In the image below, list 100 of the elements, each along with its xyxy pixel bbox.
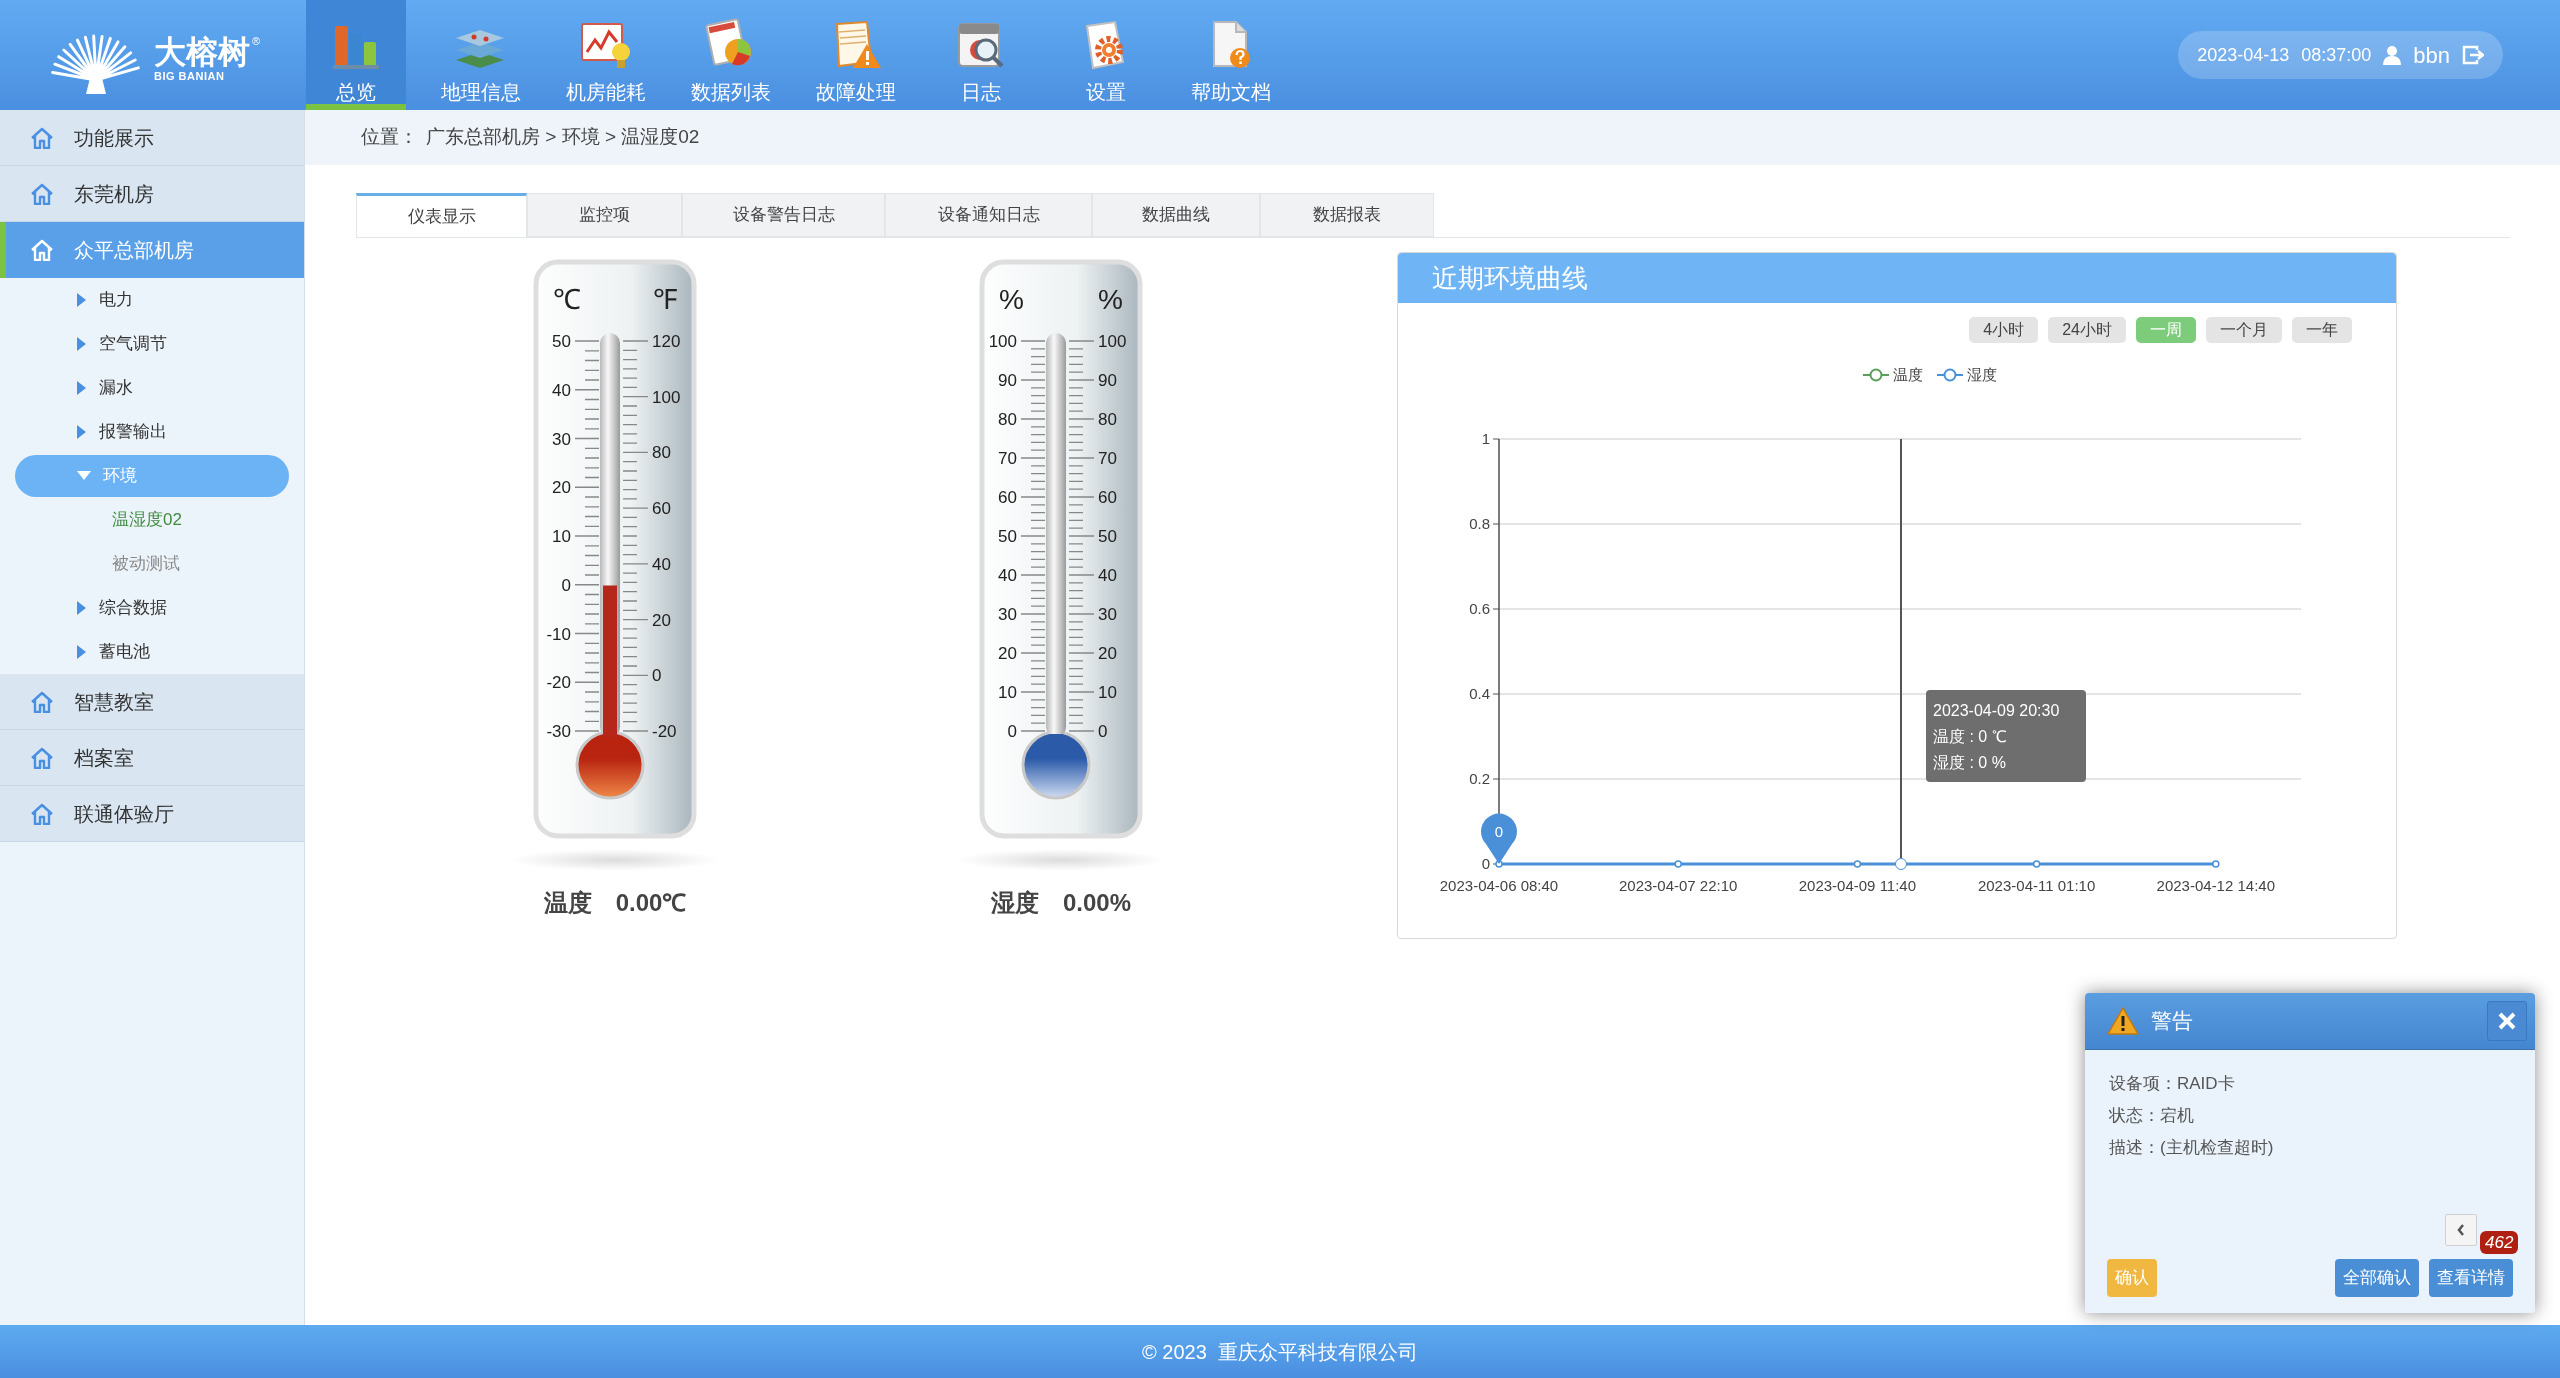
alert-field: 状态：宕机 xyxy=(2109,1100,2511,1132)
scale-label: -20 xyxy=(652,722,677,741)
tooltip-text: 湿度 : 0 % xyxy=(1933,754,2006,771)
tab[interactable]: 数据报表 xyxy=(1260,193,1434,237)
pin-label: 0 xyxy=(1494,823,1504,840)
unit-label: % xyxy=(999,284,1024,315)
tree-item[interactable]: 报警输出 xyxy=(0,410,304,454)
scale-label: 90 xyxy=(998,371,1017,390)
sidebar-item[interactable]: 功能展示 xyxy=(0,110,304,166)
tree-item[interactable]: 空气调节 xyxy=(0,322,304,366)
scale-label: 20 xyxy=(998,644,1017,663)
unit-label: % xyxy=(1098,284,1123,315)
scale-label: 20 xyxy=(1098,644,1117,663)
sidebar-item[interactable]: 档案室 xyxy=(0,730,304,786)
scale-label: 40 xyxy=(652,554,671,574)
scale-label: 30 xyxy=(1098,605,1117,624)
scale-label: 10 xyxy=(1098,683,1117,702)
tooltip-text: 温度 : 0 ℃ xyxy=(1933,728,2007,745)
reading-value: 0.00℃ xyxy=(615,888,687,918)
registered-mark: ® xyxy=(252,36,261,47)
scale-label: -30 xyxy=(546,722,571,741)
axis-label: 0.6 xyxy=(1469,600,1490,617)
sidebar-item[interactable]: 联通体验厅 xyxy=(0,786,304,842)
reading-label: 湿度 xyxy=(990,888,1039,918)
scale-label: 10 xyxy=(552,527,571,546)
scale-label: 0 xyxy=(1098,722,1108,741)
scale-label: -20 xyxy=(546,673,571,693)
time-text: 08:37:00 xyxy=(2301,43,2372,67)
scale-label: 70 xyxy=(998,449,1017,468)
axis-label: 2023-04-11 01:10 xyxy=(1977,877,2096,894)
logo-name: 大榕树 xyxy=(154,36,250,68)
axis-label: 2023-04-09 11:40 xyxy=(1798,877,1917,894)
scale-label: 90 xyxy=(1098,371,1117,390)
axis-label: 2023-04-12 14:40 xyxy=(2156,877,2275,894)
unit-label: ℃ xyxy=(553,284,581,315)
scale-label: 70 xyxy=(1098,449,1117,468)
sidebar-item[interactable]: 东莞机房 xyxy=(0,166,304,222)
sidebar-item[interactable]: 智慧教室 xyxy=(0,674,304,730)
tree-item[interactable]: 电力 xyxy=(0,278,304,322)
range-button[interactable]: 一年 xyxy=(2292,317,2352,343)
scale-label: 80 xyxy=(1098,410,1117,429)
tab[interactable]: 监控项 xyxy=(527,193,682,237)
axis-label: 0.4 xyxy=(1469,685,1490,702)
breadcrumb-trail: 广东总部机房 > 环境 > 温湿度02 xyxy=(426,125,700,150)
scale-label: 30 xyxy=(998,605,1017,624)
tab[interactable]: 数据曲线 xyxy=(1092,193,1260,237)
axis-label: 0.2 xyxy=(1469,770,1490,787)
alert-field: 描述：(主机检查超时) xyxy=(2109,1132,2511,1164)
tree-item[interactable]: 蓄电池 xyxy=(0,630,304,674)
logo-subtitle: BIG BANIAN xyxy=(154,71,225,82)
tree-item[interactable]: 综合数据 xyxy=(0,586,304,630)
scale-label: 0 xyxy=(652,666,662,686)
scale-label: 80 xyxy=(652,443,671,463)
nav-item[interactable]: 总览 xyxy=(306,0,406,110)
scale-label: 60 xyxy=(1098,488,1117,507)
reading-value: 0.00% xyxy=(1062,888,1132,918)
scale-label: 30 xyxy=(552,429,571,449)
scale-label: -10 xyxy=(546,624,571,644)
axis-label: 0.8 xyxy=(1469,515,1490,532)
scale-label: 50 xyxy=(552,332,571,351)
scale-label: 120 xyxy=(652,332,681,351)
scale-label: 40 xyxy=(552,380,571,400)
tree-item[interactable]: 温湿度02 xyxy=(112,507,182,533)
tab[interactable]: 设备通知日志 xyxy=(885,193,1092,237)
count-badge: 462 xyxy=(2480,1231,2519,1254)
tab[interactable]: 设备警告日志 xyxy=(682,193,885,237)
username: bbn xyxy=(2413,41,2450,70)
scale-label: 10 xyxy=(998,683,1017,702)
tooltip-text: 2023-04-09 20:30 xyxy=(1933,702,2060,719)
breadcrumb-label: 位置： xyxy=(361,125,418,150)
range-button[interactable]: 一个月 xyxy=(2206,317,2282,343)
unit-label: ℉ xyxy=(653,284,677,315)
scale-label: 50 xyxy=(998,527,1017,546)
tab[interactable]: 仪表显示 xyxy=(356,193,527,237)
tree-item[interactable]: 漏水 xyxy=(0,366,304,410)
scale-label: 100 xyxy=(988,332,1017,351)
scale-label: 60 xyxy=(998,488,1017,507)
scale-label: 50 xyxy=(1098,527,1117,546)
axis-label: 0 xyxy=(1481,855,1490,872)
scale-label: 0 xyxy=(561,575,571,595)
axis-label: 2023-04-06 08:40 xyxy=(1439,877,1559,894)
alert-field: 设备项：RAID卡 xyxy=(2109,1068,2511,1100)
reading-label: 温度 xyxy=(543,888,592,918)
date-text: 2023-04-13 xyxy=(2197,43,2290,67)
panel-title: 近期环境曲线 xyxy=(1432,261,1588,295)
copyright-text: © 2023 重庆众平科技有限公司 xyxy=(1142,1339,1418,1365)
alert-title: 警告 xyxy=(2151,1008,2193,1035)
legend-label: 温度 xyxy=(1893,364,1923,385)
scale-label: 100 xyxy=(1098,332,1127,351)
scale-label: 40 xyxy=(1098,566,1117,585)
axis-label: 1 xyxy=(1481,430,1490,447)
legend-label: 湿度 xyxy=(1967,364,1997,385)
scale-label: 20 xyxy=(552,478,571,498)
scale-label: 0 xyxy=(1007,722,1017,741)
scale-label: 40 xyxy=(998,566,1017,585)
axis-label: 2023-04-07 22:10 xyxy=(1619,877,1738,894)
scale-label: 20 xyxy=(652,610,671,630)
range-button[interactable]: 4小时 xyxy=(1969,317,2039,343)
range-button[interactable]: 24小时 xyxy=(2048,317,2126,343)
scale-label: 80 xyxy=(998,410,1017,429)
